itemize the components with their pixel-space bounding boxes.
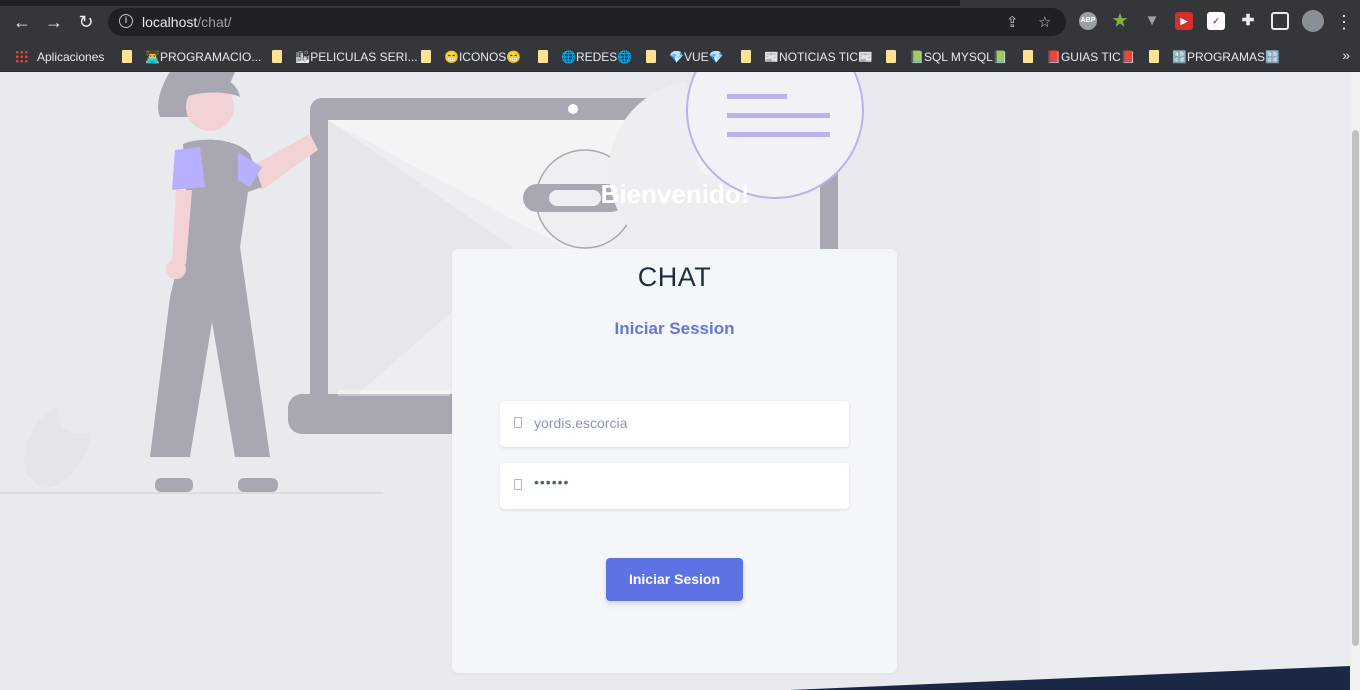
plant-shape <box>24 407 92 488</box>
sidepanel-icon[interactable] <box>1271 12 1289 30</box>
card-subtitle: Iniciar Session <box>614 319 735 338</box>
bookmarks-bar: Aplicaciones 👨‍💻PROGRAMACIO... 🏙PELICULA… <box>0 43 1360 72</box>
bookmark-label: 🔡PROGRAMAS🔡 <box>1172 50 1280 64</box>
url-text[interactable]: localhost/chat/ <box>142 14 232 30</box>
tab-strip <box>0 0 960 6</box>
folder-icon <box>122 50 132 63</box>
woman-shoe <box>238 478 278 492</box>
extension-check-icon[interactable]: ✓ <box>1207 12 1225 30</box>
bookmark-folder[interactable]: 🔡PROGRAMAS🔡 <box>1149 47 1280 67</box>
user-icon <box>514 417 522 428</box>
woman-shoe <box>155 478 193 492</box>
lock-icon <box>514 479 522 490</box>
login-button[interactable]: Iniciar Sesion <box>606 558 743 601</box>
folder-icon <box>741 50 751 63</box>
url-host: localhost <box>142 14 198 30</box>
extension-red-icon[interactable]: ▶ <box>1175 12 1193 30</box>
url-path: /chat/ <box>197 14 232 30</box>
apps-grid-icon <box>15 50 28 63</box>
vue-devtools-icon[interactable]: ▼ <box>1143 12 1161 30</box>
bookmark-label: 💎VUE💎 <box>669 50 724 64</box>
bookmark-label: 🏙PELICULAS SERI... <box>295 50 418 64</box>
bookmark-folder[interactable]: 📰NOTICIAS TIC📰 <box>741 47 873 67</box>
bookmark-label: 😁ICONOS😁 <box>444 50 522 64</box>
bookmark-folder[interactable]: 📕GUIAS TIC📕 <box>1023 47 1136 67</box>
reload-icon[interactable]: ↻ <box>76 12 96 32</box>
folder-icon <box>272 50 282 63</box>
woman-hand <box>166 259 186 279</box>
address-bar[interactable]: i localhost/chat/ ⇪ ☆ <box>108 8 1066 36</box>
forward-icon[interactable]: → <box>44 12 64 32</box>
folder-icon <box>421 50 431 63</box>
laptop-keys <box>338 390 450 396</box>
floor-line <box>0 492 383 494</box>
bubble-line <box>727 132 830 137</box>
login-card: CHAT Iniciar Session yordis.escorcia •••… <box>452 249 897 673</box>
bookmark-label: 📗SQL MYSQL📗 <box>909 50 1008 64</box>
password-field[interactable]: •••••• <box>500 463 849 509</box>
bookmark-folder[interactable]: 📗SQL MYSQL📗 <box>886 47 1008 67</box>
star-icon[interactable]: ☆ <box>1038 13 1051 31</box>
bookmark-label: 📕GUIAS TIC📕 <box>1046 50 1136 64</box>
bookmark-folder[interactable]: 💎VUE💎 <box>646 47 724 67</box>
profile-avatar[interactable] <box>1302 10 1324 32</box>
bubble-line <box>727 113 830 118</box>
puzzle-icon[interactable]: ✚ <box>1239 12 1257 30</box>
site-info-icon[interactable]: i <box>119 14 133 28</box>
menu-icon[interactable]: ⋮ <box>1335 12 1353 32</box>
bookmark-apps[interactable]: Aplicaciones <box>15 47 104 67</box>
bookmark-folder[interactable]: 👨‍💻PROGRAMACIO... <box>122 47 261 67</box>
more-bookmarks-icon[interactable]: » <box>1342 47 1350 63</box>
scrollbar-thumb[interactable] <box>1352 130 1359 646</box>
page-scrollbar[interactable] <box>1350 72 1360 690</box>
bookmark-label: 👨‍💻PROGRAMACIO... <box>145 50 262 64</box>
bookmark-folder[interactable]: 🏙PELICULAS SERI... <box>272 47 418 67</box>
page-viewport: Bienvenido! CHAT Iniciar Session yordis.… <box>0 72 1360 690</box>
laptop-base <box>288 394 478 434</box>
bookmark-label: 📰NOTICIAS TIC📰 <box>764 50 874 64</box>
bg-panel <box>1040 72 1350 690</box>
bookmark-folder[interactable]: 🌐REDES🌐 <box>538 47 632 67</box>
folder-icon <box>646 50 656 63</box>
username-field[interactable]: yordis.escorcia <box>500 401 849 447</box>
bubble-line <box>727 94 787 99</box>
folder-icon <box>1023 50 1033 63</box>
back-icon[interactable]: ← <box>12 12 32 32</box>
folder-icon <box>538 50 548 63</box>
folder-icon <box>886 50 896 63</box>
browser-toolbar: ← → ↻ i localhost/chat/ ⇪ ☆ ABP ★ ▼ ▶ ✓ … <box>0 0 1360 43</box>
adblock-icon[interactable]: ABP <box>1079 12 1097 30</box>
bookmark-label: 🌐REDES🌐 <box>561 50 633 64</box>
laptop-camera <box>568 104 578 114</box>
username-value[interactable]: yordis.escorcia <box>534 415 627 431</box>
extension-star-icon[interactable]: ★ <box>1111 12 1129 30</box>
bookmark-label: Aplicaciones <box>37 50 105 64</box>
bookmark-folder[interactable]: 😁ICONOS😁 <box>421 47 521 67</box>
card-title: CHAT <box>637 262 712 292</box>
share-icon[interactable]: ⇪ <box>1006 13 1019 31</box>
folder-icon <box>1149 50 1159 63</box>
welcome-heading: Bienvenido! <box>600 179 750 209</box>
password-value[interactable]: •••••• <box>534 474 569 490</box>
